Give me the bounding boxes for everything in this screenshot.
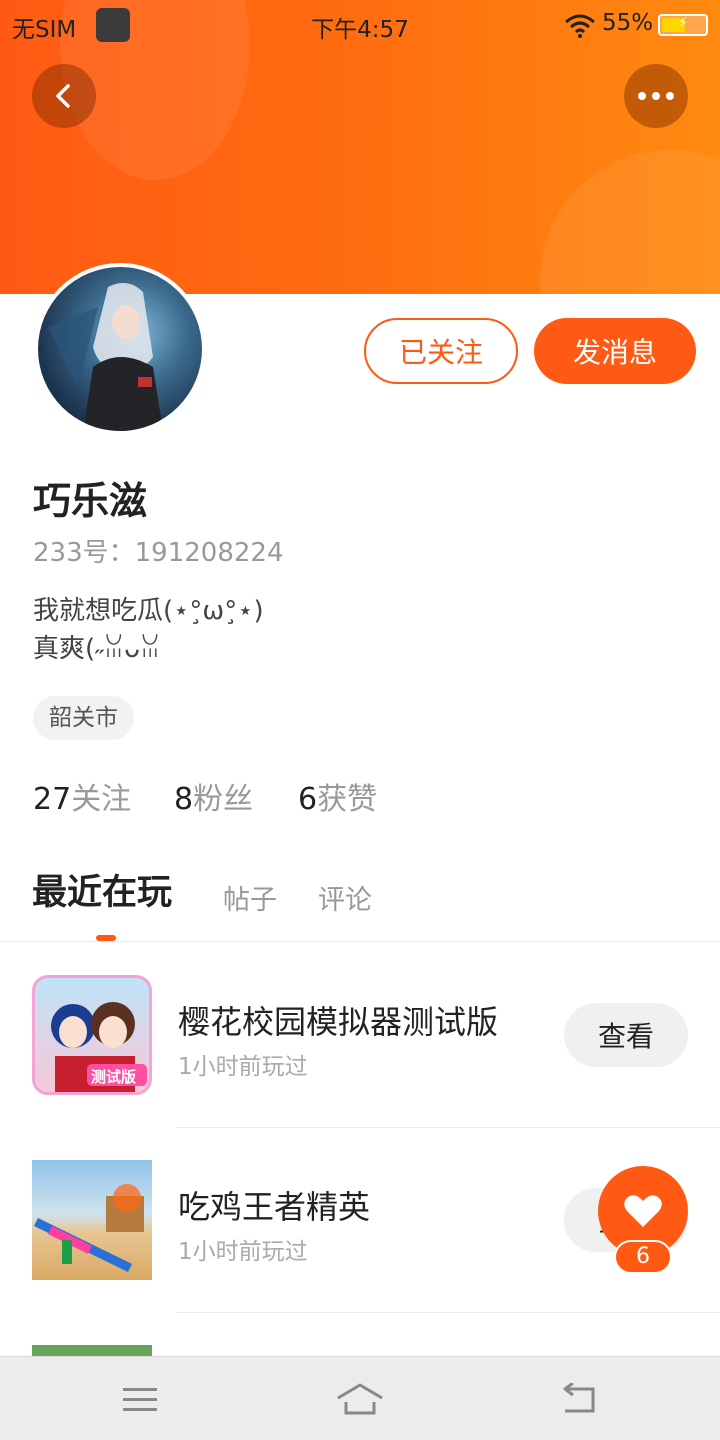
banner-decoration bbox=[540, 150, 720, 294]
like-count-badge: 6 bbox=[614, 1240, 672, 1274]
avatar[interactable] bbox=[34, 263, 206, 435]
menu-button[interactable] bbox=[116, 1375, 164, 1423]
back-icon bbox=[563, 1383, 595, 1413]
charging-icon: ⚡ bbox=[678, 15, 688, 31]
stat-likes[interactable]: 6获赞 bbox=[298, 774, 377, 818]
menu-icon bbox=[123, 1388, 157, 1411]
game-icon bbox=[32, 1345, 152, 1356]
status-bar: 无SIM 下午4:57 55% ⚡ bbox=[0, 0, 720, 52]
back-nav-button[interactable] bbox=[554, 1375, 602, 1423]
stat-number: 8 bbox=[174, 782, 194, 817]
tab-comments[interactable]: 评论 bbox=[318, 878, 372, 917]
game-played-time: 1小时前玩过 bbox=[178, 1054, 308, 1080]
more-button[interactable] bbox=[624, 64, 688, 128]
followed-button[interactable]: 已关注 bbox=[364, 318, 518, 384]
view-button[interactable]: 查看 bbox=[564, 1003, 688, 1067]
stat-number: 6 bbox=[298, 782, 318, 817]
user-id: 233号：191208224 bbox=[33, 538, 284, 568]
stat-following[interactable]: 27关注 bbox=[33, 774, 131, 818]
stat-label: 粉丝 bbox=[193, 782, 254, 817]
bio-line: 我就想吃瓜(⋆°̧ω°̧⋆) bbox=[33, 596, 264, 626]
home-button[interactable] bbox=[336, 1375, 384, 1423]
chevron-left-icon bbox=[56, 84, 70, 108]
battery-icon: ⚡ bbox=[658, 14, 708, 36]
home-icon bbox=[337, 1383, 383, 1415]
game-name: 樱花校园模拟器测试版 bbox=[178, 1003, 499, 1041]
list-item[interactable] bbox=[0, 1313, 720, 1356]
location-tag: 韶关市 bbox=[33, 696, 134, 740]
game-icon-label: 测试版 bbox=[91, 1068, 137, 1086]
battery-percent: 55% bbox=[602, 10, 654, 36]
send-message-button[interactable]: 发消息 bbox=[534, 318, 696, 384]
tab-recently-played[interactable]: 最近在玩 bbox=[32, 864, 172, 915]
bio: 我就想吃瓜(⋆°̧ω°̧⋆) 真爽(˶ꈍᴗꈍ bbox=[33, 592, 264, 668]
profile-header-banner: 无SIM 下午4:57 55% ⚡ bbox=[0, 0, 720, 294]
stat-fans[interactable]: 8粉丝 bbox=[174, 774, 253, 818]
divider bbox=[0, 941, 720, 942]
game-name: 吃鸡王者精英 bbox=[178, 1188, 371, 1226]
stat-label: 获赞 bbox=[317, 782, 378, 817]
tab-posts[interactable]: 帖子 bbox=[223, 878, 277, 917]
profile-tabs: 最近在玩 帖子 评论 bbox=[0, 870, 720, 942]
avatar-image bbox=[38, 267, 202, 431]
bio-line: 真爽(˶ꈍᴗꈍ bbox=[33, 634, 161, 664]
stat-label: 关注 bbox=[71, 782, 132, 817]
system-nav-bar bbox=[0, 1356, 720, 1440]
game-icon bbox=[32, 1160, 152, 1280]
heart-icon bbox=[624, 1195, 662, 1227]
stat-number: 27 bbox=[33, 782, 72, 817]
game-icon: 测试版 bbox=[32, 975, 152, 1095]
back-button[interactable] bbox=[32, 64, 96, 128]
game-played-time: 1小时前玩过 bbox=[178, 1239, 308, 1265]
wifi-icon bbox=[564, 14, 596, 44]
username: 巧乐滋 bbox=[33, 479, 148, 523]
more-dots-icon bbox=[638, 92, 674, 100]
list-item[interactable]: 测试版 樱花校园模拟器测试版 1小时前玩过 查看 bbox=[0, 943, 720, 1128]
